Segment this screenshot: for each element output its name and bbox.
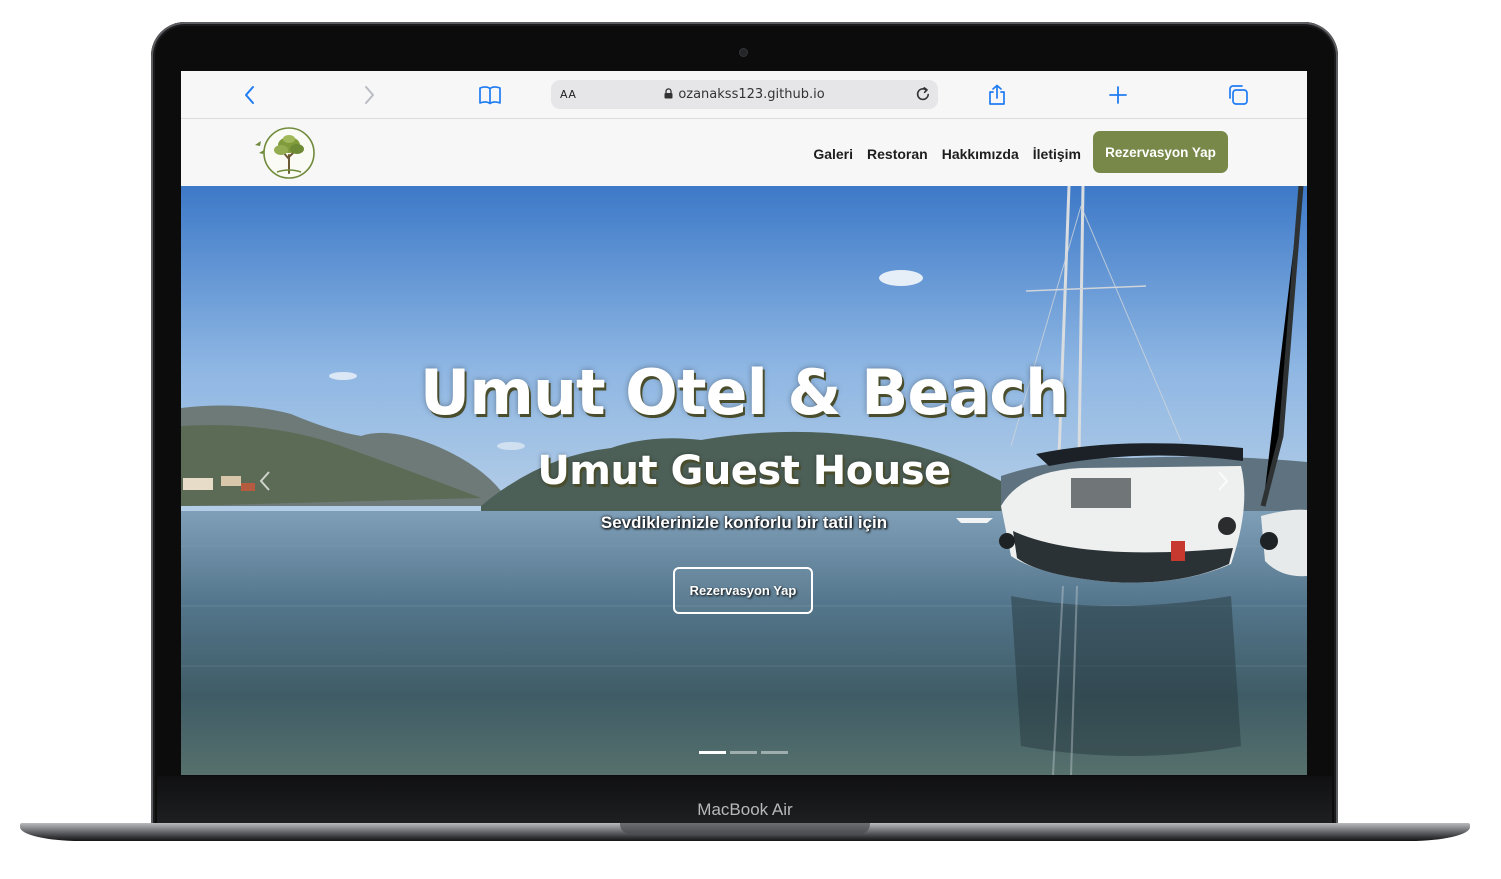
address-bar[interactable]: AA ozanakss123.github.io xyxy=(551,80,938,109)
laptop-notch xyxy=(620,823,870,834)
browser-toolbar: AA ozanakss123.github.io xyxy=(181,71,1307,119)
forward-icon[interactable] xyxy=(357,83,381,107)
url-display[interactable]: ozanakss123.github.io xyxy=(551,87,938,102)
reload-icon[interactable] xyxy=(914,85,932,103)
hero-tagline: Sevdiklerinizle konforlu bir tatil için xyxy=(600,513,888,532)
nav-item-iletisim[interactable]: İletişim xyxy=(1033,146,1081,162)
share-icon[interactable] xyxy=(985,83,1009,107)
hero-title: Umut Otel & Beach xyxy=(419,356,1069,429)
url-text: ozanakss123.github.io xyxy=(678,87,825,102)
nav-item-galeri[interactable]: Galeri xyxy=(813,146,853,162)
olive-tree-logo[interactable] xyxy=(251,125,317,181)
carousel-indicator-2[interactable] xyxy=(730,751,757,754)
lock-icon xyxy=(664,88,673,99)
bookmarks-icon[interactable] xyxy=(478,83,502,107)
hero-subtitle: Umut Guest House xyxy=(537,448,951,494)
hero-carousel: Umut Otel & Beach Umut Guest House Sevdi… xyxy=(181,186,1307,775)
device-brand-label: MacBook Air xyxy=(697,800,793,819)
nav-reservation-button[interactable]: Rezervasyon Yap xyxy=(1093,131,1228,173)
camera xyxy=(740,49,747,56)
screen: AA ozanakss123.github.io Galeri Restoran… xyxy=(181,71,1307,775)
tabs-icon[interactable] xyxy=(1226,83,1250,107)
carousel-indicators xyxy=(699,751,788,754)
nav-menu: Galeri Restoran Hakkımızda İletişim xyxy=(813,146,1081,162)
nav-item-restoran[interactable]: Restoran xyxy=(867,146,928,162)
carousel-indicator-3[interactable] xyxy=(761,751,788,754)
site-navbar: Galeri Restoran Hakkımızda İletişim Reze… xyxy=(181,119,1307,186)
back-icon[interactable] xyxy=(238,83,262,107)
nav-item-hakkimizda[interactable]: Hakkımızda xyxy=(942,146,1019,162)
hero-reservation-button[interactable]: Rezervasyon Yap xyxy=(673,567,813,614)
new-tab-icon[interactable] xyxy=(1106,83,1130,107)
carousel-indicator-1[interactable] xyxy=(699,751,726,754)
